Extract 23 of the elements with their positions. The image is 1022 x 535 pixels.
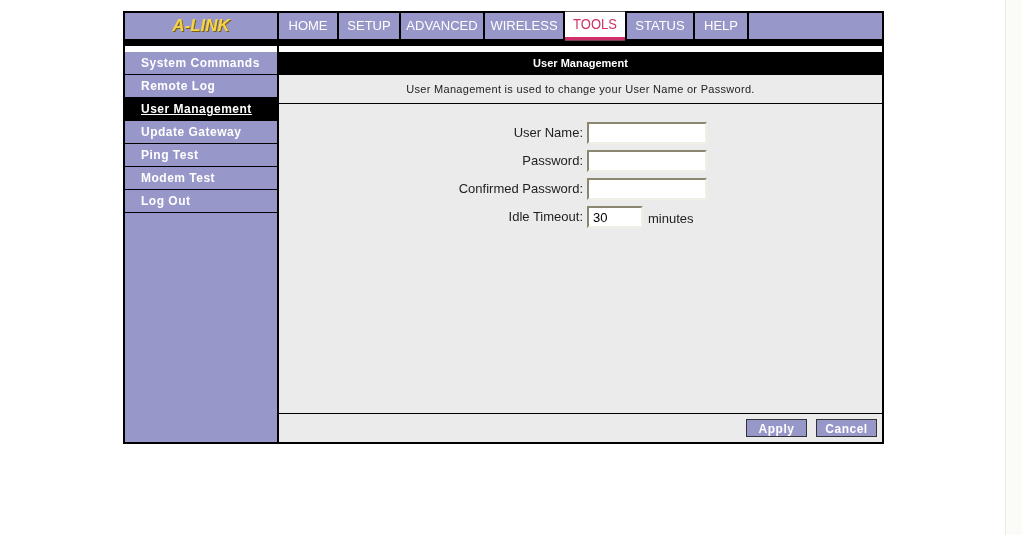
password-field[interactable] [587, 178, 707, 200]
field-label: Idle Timeout: [507, 208, 584, 227]
logo: A-LINK [172, 15, 230, 38]
field-label: User Name: [512, 124, 584, 143]
action-button[interactable]: Apply [746, 419, 807, 437]
nav-tab[interactable]: HELP [695, 13, 747, 39]
nav-tab[interactable]: WIRELESS [485, 13, 563, 39]
nav-tab[interactable]: STATUS [627, 13, 693, 39]
field-label: Password: [521, 152, 584, 171]
action-button[interactable]: Cancel [816, 419, 877, 437]
nav-tab[interactable]: SETUP [339, 13, 399, 39]
panel-description: User Management is used to change your User Name or Password. [406, 81, 755, 97]
scrollbar[interactable] [1005, 0, 1022, 535]
input-field[interactable]: 30 [587, 206, 643, 228]
nav-tab[interactable]: TOOLS [565, 11, 625, 41]
panel-title: User Management [533, 56, 628, 72]
input-field[interactable] [587, 122, 707, 144]
nav-tab[interactable]: ADVANCED [401, 13, 483, 39]
field-label: Confirmed Password: [457, 180, 584, 199]
nav-tab[interactable]: HOME [279, 13, 337, 39]
password-field[interactable] [587, 150, 707, 172]
unit-label: minutes [648, 209, 694, 228]
sidebar-item[interactable]: User Management [125, 98, 277, 121]
